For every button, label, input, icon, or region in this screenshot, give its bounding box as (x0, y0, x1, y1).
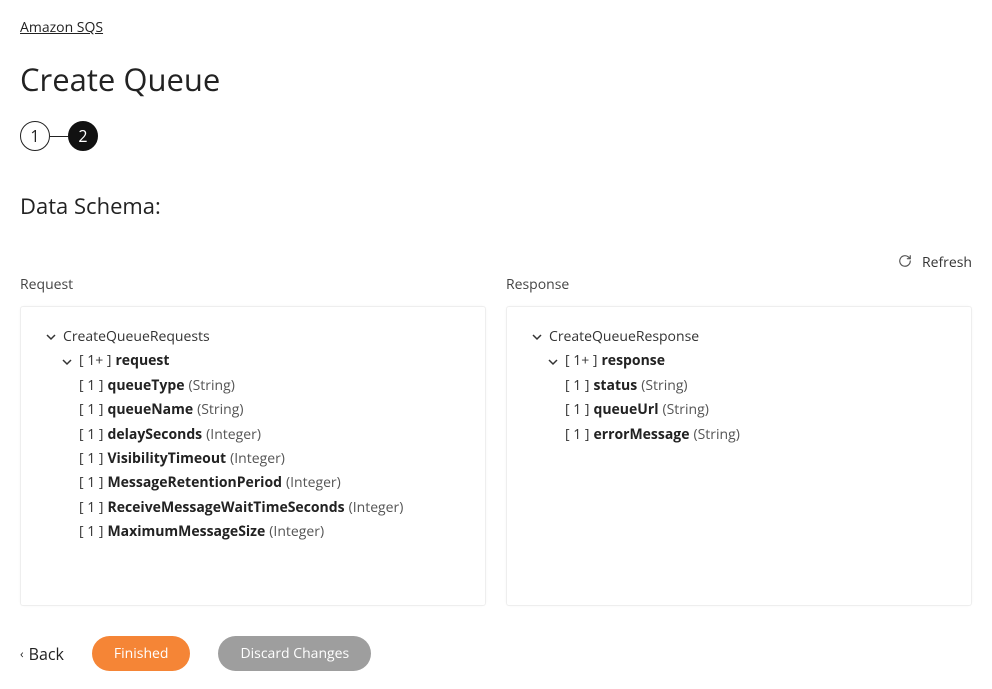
tree-leaf[interactable]: [ 1 ]status(String) (521, 374, 957, 398)
breadcrumb: Amazon SQS (20, 18, 972, 37)
discard-changes-button[interactable]: Discard Changes (218, 636, 371, 671)
cardinality: [ 1 ] (79, 399, 103, 421)
tree-root[interactable]: CreateQueueRequests (35, 325, 471, 349)
tree-root[interactable]: CreateQueueResponse (521, 325, 957, 349)
response-label: Response (506, 275, 972, 294)
section-title-data-schema: Data Schema: (20, 191, 972, 221)
field-name: queueUrl (593, 399, 658, 421)
tree-leaf[interactable]: [ 1 ]queueName(String) (35, 398, 471, 422)
cardinality: [ 1+ ] (79, 350, 111, 372)
tree-leaf[interactable]: [ 1 ]VisibilityTimeout(Integer) (35, 447, 471, 471)
cardinality: [ 1 ] (79, 521, 103, 543)
cardinality: [ 1 ] (565, 375, 589, 397)
page-title: Create Queue (20, 59, 972, 101)
cardinality: [ 1 ] (565, 424, 589, 446)
request-column: Request CreateQueueRequests [ 1+ ] reque… (20, 275, 486, 606)
response-column: Response CreateQueueResponse [ 1+ ] resp… (506, 275, 972, 606)
field-name: MaximumMessageSize (107, 521, 265, 543)
cardinality: [ 1 ] (79, 448, 103, 470)
breadcrumb-link-amazon-sqs[interactable]: Amazon SQS (20, 18, 103, 37)
tree-leaf[interactable]: [ 1 ]queueUrl(String) (521, 398, 957, 422)
cardinality: [ 1 ] (79, 472, 103, 494)
field-name: ReceiveMessageWaitTimeSeconds (107, 497, 344, 519)
field-type: (Integer) (349, 497, 404, 519)
chevron-left-icon: ‹ (20, 645, 24, 662)
back-button[interactable]: ‹ Back (20, 643, 64, 665)
step-2[interactable]: 2 (68, 121, 98, 151)
field-type: (String) (641, 375, 687, 397)
cardinality: [ 1 ] (79, 497, 103, 519)
field-type: (String) (188, 375, 234, 397)
refresh-icon[interactable] (898, 251, 912, 273)
field-type: (Integer) (230, 448, 285, 470)
node-name: response (601, 350, 665, 372)
field-type: (String) (694, 424, 740, 446)
tree-leaf[interactable]: [ 1 ]errorMessage(String) (521, 423, 957, 447)
chevron-down-icon (43, 332, 59, 342)
cardinality: [ 1 ] (79, 375, 103, 397)
step-1[interactable]: 1 (20, 121, 50, 151)
tree-leaf[interactable]: [ 1 ]ReceiveMessageWaitTimeSeconds(Integ… (35, 496, 471, 520)
field-name: delaySeconds (107, 424, 202, 446)
chevron-down-icon (545, 357, 561, 367)
field-type: (Integer) (269, 521, 324, 543)
field-name: MessageRetentionPeriod (107, 472, 282, 494)
tree-node[interactable]: [ 1+ ] request (35, 349, 471, 373)
step-connector (50, 136, 68, 137)
chevron-down-icon (59, 357, 75, 367)
request-schema-panel: CreateQueueRequests [ 1+ ] request [ 1 ]… (20, 306, 486, 606)
chevron-down-icon (529, 332, 545, 342)
finished-button[interactable]: Finished (92, 636, 191, 671)
field-name: status (593, 375, 637, 397)
field-name: errorMessage (593, 424, 689, 446)
node-name: request (115, 350, 169, 372)
field-type: (Integer) (286, 472, 341, 494)
field-type: (String) (662, 399, 708, 421)
tree-leaf[interactable]: [ 1 ]delaySeconds(Integer) (35, 423, 471, 447)
tree-leaf[interactable]: [ 1 ]MessageRetentionPeriod(Integer) (35, 471, 471, 495)
cardinality: [ 1+ ] (565, 350, 597, 372)
step-indicator: 1 2 (20, 121, 972, 151)
tree-node[interactable]: [ 1+ ] response (521, 349, 957, 373)
response-schema-panel: CreateQueueResponse [ 1+ ] response [ 1 … (506, 306, 972, 606)
field-name: queueType (107, 375, 184, 397)
request-label: Request (20, 275, 486, 294)
tree-leaf[interactable]: [ 1 ]queueType(String) (35, 374, 471, 398)
field-type: (Integer) (206, 424, 261, 446)
tree-leaf[interactable]: [ 1 ]MaximumMessageSize(Integer) (35, 520, 471, 544)
tree-root-label: CreateQueueResponse (549, 326, 699, 348)
back-label: Back (29, 643, 64, 665)
cardinality: [ 1 ] (79, 424, 103, 446)
refresh-button[interactable]: Refresh (922, 253, 972, 272)
field-type: (String) (197, 399, 243, 421)
tree-root-label: CreateQueueRequests (63, 326, 210, 348)
footer: ‹ Back Finished Discard Changes (20, 636, 972, 671)
field-name: queueName (107, 399, 193, 421)
cardinality: [ 1 ] (565, 399, 589, 421)
field-name: VisibilityTimeout (107, 448, 226, 470)
